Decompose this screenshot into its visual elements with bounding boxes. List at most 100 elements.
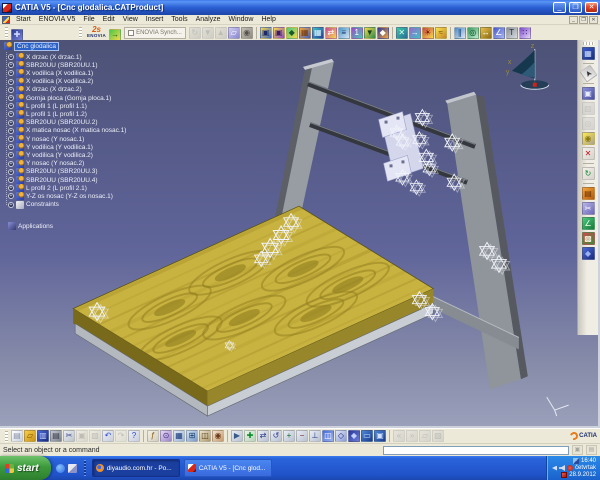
tree-expand-icon[interactable]: + — [8, 202, 14, 208]
tree-item-y-nosac-y-nosac-1-[interactable]: +Y nosac (Y nosac.1) — [8, 135, 84, 143]
tree-item-constraints[interactable]: +Constraints — [8, 201, 59, 209]
show-desktop-icon[interactable] — [68, 464, 77, 473]
tree-item-y-nosac-y-nosac-2-[interactable]: +Y nosac (Y nosac.2) — [8, 160, 84, 168]
menu-file[interactable]: File — [79, 16, 98, 23]
toolbar-grip[interactable] — [79, 27, 82, 38]
centered-view-icon[interactable]: ▣ — [582, 87, 595, 100]
menu-view[interactable]: View — [119, 16, 142, 23]
fly-mode-icon[interactable]: ▶ — [231, 430, 243, 442]
eraser-icon[interactable]: ▱ — [228, 27, 240, 39]
internet-browser-icon[interactable] — [56, 464, 65, 473]
antivirus-icon[interactable] — [561, 472, 567, 478]
tree-expand-icon[interactable]: + — [8, 87, 14, 93]
tree-item-sbr20uu-sbr20uu-3-[interactable]: +SBR20UU (SBR20UU.3) — [8, 168, 98, 176]
zoom-in-icon[interactable]: + — [283, 430, 295, 442]
toolbar-grip[interactable] — [5, 431, 8, 442]
fix-component-icon[interactable]: T — [506, 27, 518, 39]
tree-expand-icon[interactable]: + — [8, 54, 14, 60]
coincidence-constraint-icon[interactable]: ∥ — [454, 27, 466, 39]
menu-start[interactable]: Start — [12, 16, 35, 23]
undo-icon[interactable]: ↶ — [102, 430, 114, 442]
tree-expand-icon[interactable]: + — [8, 128, 14, 134]
open-document-icon[interactable]: ▱ — [24, 430, 36, 442]
tree-item-x-vodilica-x-vodilica-2-[interactable]: +X vodilica (X vodilica.2) — [8, 78, 93, 86]
constraint-symbol[interactable] — [410, 180, 425, 196]
measure-icon[interactable]: ∠ — [582, 217, 595, 230]
tree-item-x-matica-nosac-x-matica-nosac-1-[interactable]: +X matica nosac (X matica nosac.1) — [8, 127, 126, 135]
mdi-minimize-button[interactable]: _ — [569, 16, 578, 24]
print-document-icon[interactable]: ▤ — [50, 430, 62, 442]
tree-item-sbr20uu-sbr20uu-1-[interactable]: +SBR20UU (SBR20UU.1) — [8, 61, 98, 69]
tree-item-y-vodilica-y-vodilica-1-[interactable]: +Y vodilica (Y vodilica.1) — [8, 143, 93, 151]
catia-app-icon[interactable] — [2, 3, 12, 13]
dialog-expand-button[interactable]: ▤ — [586, 445, 597, 455]
multi-view-icon[interactable]: ◫ — [322, 430, 334, 442]
offset-constraint-icon[interactable]: ↔ — [480, 27, 492, 39]
new-product-icon[interactable]: ▣ — [273, 27, 285, 39]
tree-expand-icon[interactable]: + — [8, 177, 14, 183]
network-icon[interactable] — [573, 458, 579, 464]
tree-item-y-z-os-nosac-y-z-os-nosac-1-[interactable]: +Y-Z os nosac (Y-Z os nosac.1) — [8, 192, 113, 200]
angle-constraint-icon[interactable]: ∠ — [493, 27, 505, 39]
graph-tree-reordering-icon[interactable]: ≡ — [338, 27, 350, 39]
render-style-icon[interactable]: ◆ — [348, 430, 360, 442]
knowledge-inspector-icon[interactable]: ⊙ — [160, 430, 172, 442]
menu-tools[interactable]: Tools — [167, 16, 191, 23]
tray-time[interactable]: 16:40 — [581, 458, 596, 465]
tree-expand-icon[interactable]: + — [8, 152, 14, 158]
menu-enovia-v5[interactable]: ENOVIA V5 — [35, 16, 80, 23]
tree-item-y-vodilica-y-vodilica-2-[interactable]: +Y vodilica (Y vodilica.2) — [8, 151, 93, 159]
workbench-product-structure-icon[interactable]: ✚ — [11, 29, 23, 41]
fast-multi-instantiation-icon[interactable]: ◆ — [377, 27, 389, 39]
enovia-sync-button[interactable]: ENOVIA Synch... — [124, 27, 186, 39]
update-all-icon[interactable]: ↻ — [582, 167, 595, 180]
save-document-icon[interactable]: ▥ — [37, 430, 49, 442]
snap-icon[interactable]: ≈ — [435, 27, 447, 39]
tree-item-sbr20uu-sbr20uu-2-[interactable]: +SBR20UU (SBR20UU.2) — [8, 119, 98, 127]
catalog-person-icon[interactable]: ◫ — [199, 430, 211, 442]
tree-expand-icon[interactable]: + — [8, 136, 14, 142]
generate-numbering-icon[interactable]: 1 — [351, 27, 363, 39]
tree-expand-icon[interactable]: + — [8, 62, 14, 68]
explode-icon[interactable]: ☀ — [422, 27, 434, 39]
tree-expand-icon[interactable]: + — [8, 161, 14, 167]
new-component-icon[interactable]: ▣ — [260, 27, 272, 39]
tree-item-x-drzac-x-drzac-2-[interactable]: +X drzac (X drzac.2) — [8, 86, 82, 94]
apply-material-icon[interactable]: ▩ — [582, 232, 595, 245]
tree-expand-icon[interactable]: + — [8, 103, 14, 109]
rotate-icon[interactable]: ↺ — [270, 430, 282, 442]
smart-move-icon[interactable]: → — [409, 27, 421, 39]
enovia-workbench-icon[interactable]: → — [109, 29, 121, 41]
left-upright-part[interactable] — [275, 59, 334, 216]
minimize-button[interactable]: _ — [553, 2, 566, 13]
close-button[interactable]: ✕ — [585, 2, 598, 13]
power-input-field[interactable] — [383, 446, 569, 455]
vpm-navigator-icon[interactable]: ◉ — [212, 430, 224, 442]
tree-item-x-vodilica-x-vodilica-1-[interactable]: +X vodilica (X vodilica.1) — [8, 69, 93, 77]
tree-item-l-profil-1-l-profil-1-2-[interactable]: +L profil 1 (L profil 1.2) — [8, 110, 87, 118]
menu-analyze[interactable]: Analyze — [192, 16, 225, 23]
start-button[interactable]: start — [0, 456, 51, 480]
delete-icon[interactable]: ✕ — [582, 147, 595, 160]
tree-expand-icon[interactable]: + — [8, 185, 14, 191]
hide-show-icon[interactable]: ◉ — [582, 132, 595, 145]
tree-item-x-drzac-x-drzac-1-[interactable]: +X drzac (X drzac.1) — [8, 53, 82, 61]
tree-item-sbr20uu-sbr20uu-4-[interactable]: +SBR20UU (SBR20UU.4) — [8, 176, 98, 184]
mdi-close-button[interactable]: ✕ — [589, 16, 598, 24]
normal-view-icon[interactable]: ⊥ — [309, 430, 321, 442]
dialog-dock-button[interactable]: ▣ — [572, 445, 583, 455]
enovia-sync-checkbox[interactable] — [128, 30, 134, 36]
generative-shape-icon[interactable]: ◆ — [582, 247, 595, 260]
fit-all-in-icon[interactable]: ✚ — [244, 430, 256, 442]
tree-item-l-profil-1-l-profil-1-1-[interactable]: +L profil 1 (L profil 1.1) — [8, 102, 87, 110]
existing-component-positioned-icon[interactable]: ▦ — [312, 27, 324, 39]
product-knowledge-icon[interactable]: ⊞ — [186, 430, 198, 442]
pan-icon[interactable]: ⇄ — [257, 430, 269, 442]
toolbar-grip[interactable] — [583, 42, 594, 45]
compass-origin-dot[interactable] — [533, 83, 537, 87]
snap-tool-icon[interactable]: ✂ — [582, 202, 595, 215]
hidden-icons-chevron[interactable] — [552, 466, 557, 471]
cut-icon[interactable]: ✂ — [63, 430, 75, 442]
menu-help[interactable]: Help — [257, 16, 279, 23]
tree-expand-icon[interactable]: + — [8, 70, 14, 76]
